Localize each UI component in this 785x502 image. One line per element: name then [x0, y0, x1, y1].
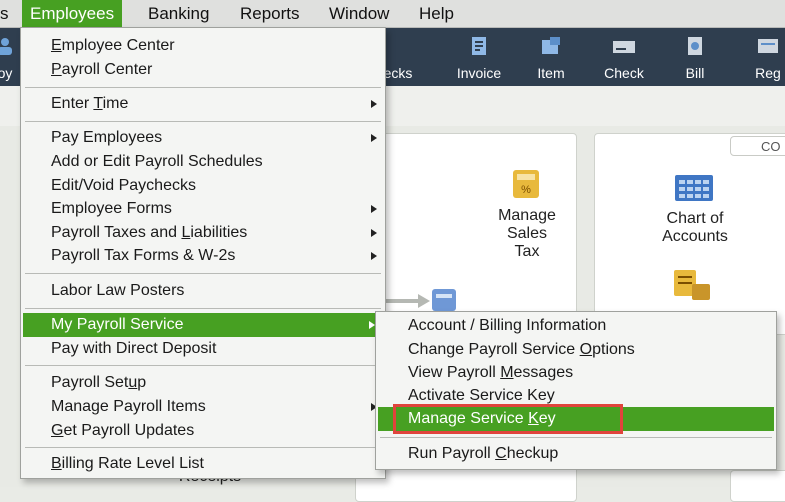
- menu-item-payroll-setup[interactable]: Payroll Setup: [51, 371, 146, 394]
- menu-item-pay-employees[interactable]: Pay Employees: [51, 126, 162, 149]
- check-icon: [613, 41, 635, 53]
- menu-item-employee-forms[interactable]: Employee Forms: [51, 197, 172, 220]
- employees-icon: [0, 38, 12, 55]
- company-tab-button[interactable]: CO: [730, 136, 785, 156]
- toolbar-label: Item: [537, 65, 565, 81]
- menu-item-enter-time[interactable]: Enter Time: [51, 92, 128, 115]
- items-services-icon[interactable]: [672, 268, 712, 302]
- toolbar-label: Invoice: [456, 65, 502, 81]
- menu-truncated[interactable]: s: [0, 0, 9, 27]
- toolbar-label: oy: [0, 65, 13, 81]
- menu-separator: [25, 273, 381, 274]
- manage-sales-tax-label[interactable]: Manage Sales Tax: [482, 207, 572, 261]
- toolbar-employees[interactable]: oy: [0, 28, 20, 86]
- menu-item-my-payroll-service[interactable]: My Payroll Service: [23, 313, 383, 337]
- menu-item-payroll-taxes[interactable]: Payroll Taxes and Liabilities: [51, 221, 247, 244]
- toolbar-label: Check: [604, 65, 644, 81]
- menu-item-manage-payroll-items[interactable]: Manage Payroll Items: [51, 395, 206, 418]
- submenu-item-run-checkup[interactable]: Run Payroll Checkup: [408, 442, 558, 465]
- menu-item-employee-center[interactable]: Employee Center: [51, 34, 175, 57]
- menu-separator: [25, 447, 381, 448]
- menu-bar: s Employees Banking Reports Window Help: [0, 0, 785, 28]
- deposit-icon[interactable]: [428, 287, 462, 313]
- toolbar-check[interactable]: Check: [594, 28, 654, 86]
- menu-window[interactable]: Window: [329, 0, 389, 27]
- menu-reports[interactable]: Reports: [240, 0, 300, 27]
- toolbar-item[interactable]: Item: [525, 28, 577, 86]
- menu-item-direct-deposit[interactable]: Pay with Direct Deposit: [51, 337, 216, 360]
- flow-arrow-icon: [384, 294, 430, 308]
- sales-tax-icon[interactable]: %: [510, 168, 542, 200]
- submenu-item-view-messages[interactable]: View Payroll Messages: [408, 361, 573, 384]
- menu-item-label: My Payroll Service: [51, 316, 184, 333]
- submenu-arrow-icon: [371, 134, 377, 142]
- toolbar-label: Reg: [755, 65, 781, 81]
- menu-item-labor-law-posters[interactable]: Labor Law Posters: [51, 279, 184, 302]
- register-icon: [758, 39, 778, 53]
- menu-separator: [25, 308, 381, 309]
- menu-separator: [25, 121, 381, 122]
- menu-help[interactable]: Help: [419, 0, 454, 27]
- menu-item-payroll-center[interactable]: Payroll Center: [51, 58, 152, 81]
- submenu-arrow-icon: [371, 252, 377, 260]
- menu-separator: [25, 87, 381, 88]
- submenu-item-change-options[interactable]: Change Payroll Service Options: [408, 338, 635, 361]
- employees-dropdown-menu: Employee Center Payroll Center Enter Tim…: [20, 27, 386, 479]
- my-payroll-service-submenu: Account / Billing Information Change Pay…: [375, 311, 777, 470]
- submenu-arrow-icon: [371, 229, 377, 237]
- invoice-icon: [472, 37, 486, 55]
- bill-icon: [688, 37, 702, 55]
- toolbar-invoice[interactable]: Invoice: [448, 28, 510, 86]
- submenu-arrow-icon: [371, 205, 377, 213]
- menu-item-get-payroll-updates[interactable]: Get Payroll Updates: [51, 419, 194, 442]
- submenu-item-account-billing[interactable]: Account / Billing Information: [408, 314, 606, 337]
- menu-employees[interactable]: Employees: [22, 0, 123, 27]
- item-icon: [542, 37, 560, 54]
- menu-separator: [380, 437, 772, 438]
- svg-text:%: %: [521, 184, 531, 196]
- menu-separator: [25, 365, 381, 366]
- menu-item-billing-rate-level-list[interactable]: Billing Rate Level List: [51, 452, 204, 475]
- toolbar-label: Bill: [685, 65, 705, 81]
- submenu-arrow-icon: [371, 100, 377, 108]
- highlight-annotation-box: [393, 404, 623, 434]
- menu-item-edit-void-paychecks[interactable]: Edit/Void Paychecks: [51, 174, 196, 197]
- menu-banking[interactable]: Banking: [148, 0, 209, 27]
- menu-item-payroll-tax-forms[interactable]: Payroll Tax Forms & W-2s: [51, 244, 235, 267]
- chart-of-accounts-label[interactable]: Chart of Accounts: [640, 210, 750, 246]
- lower-right-panel: [730, 470, 785, 502]
- chart-of-accounts-icon[interactable]: [674, 174, 714, 202]
- toolbar-bill[interactable]: Bill: [672, 28, 718, 86]
- menu-item-payroll-schedules[interactable]: Add or Edit Payroll Schedules: [51, 150, 263, 173]
- toolbar-register[interactable]: Reg: [745, 28, 785, 86]
